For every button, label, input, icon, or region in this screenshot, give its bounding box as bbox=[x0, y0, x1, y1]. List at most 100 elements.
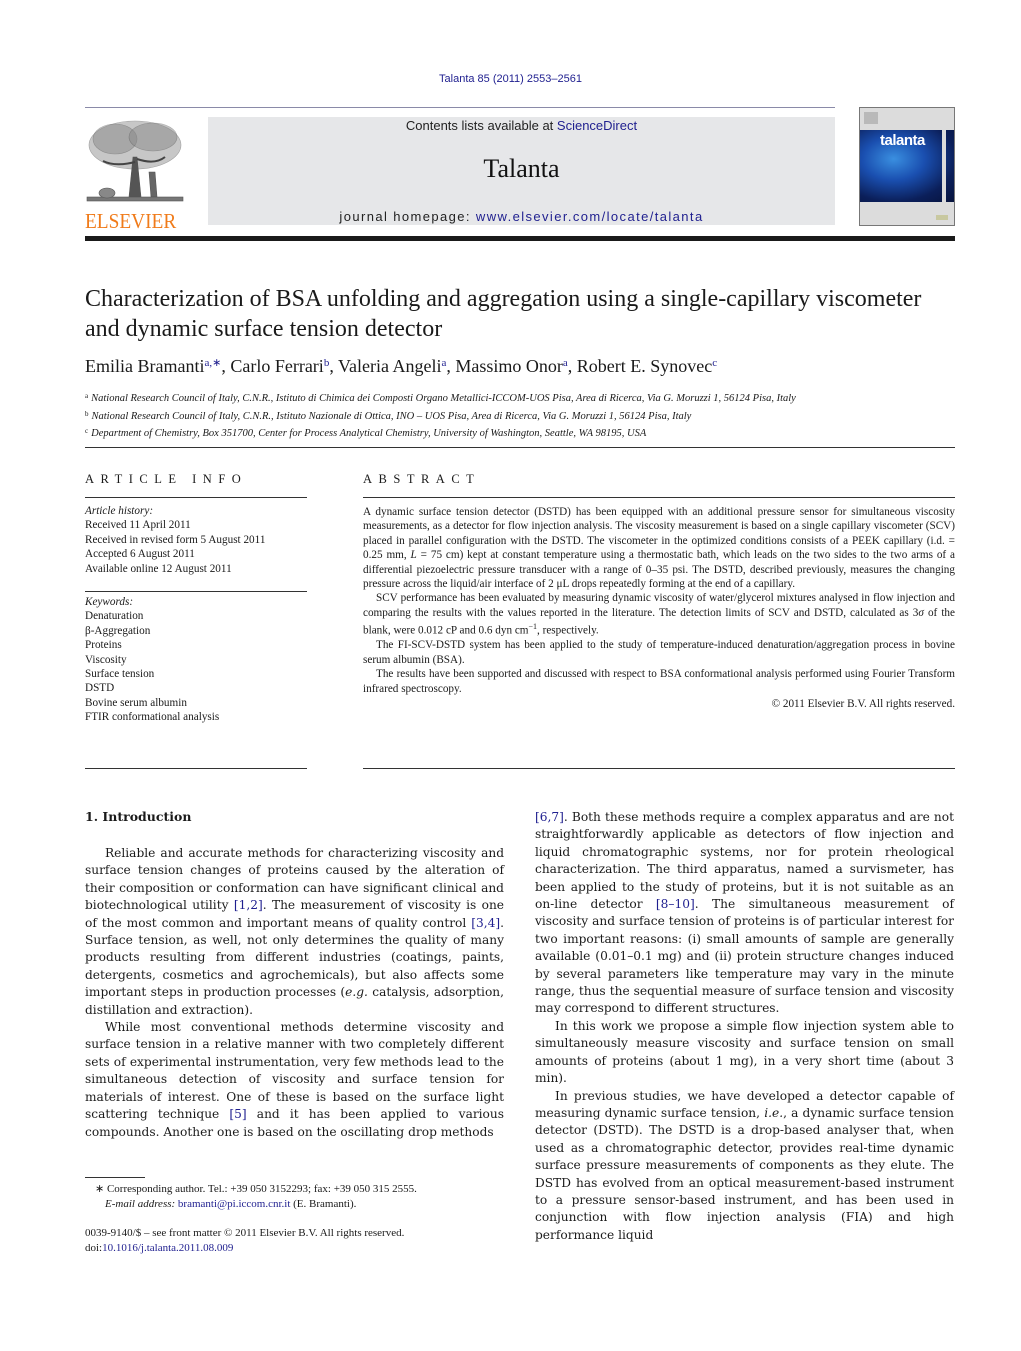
reference-link[interactable]: [1,2] bbox=[234, 898, 263, 912]
body-paragraph: Reliable and accurate methods for charac… bbox=[85, 845, 504, 1019]
keyword: Surface tension bbox=[85, 668, 155, 681]
affiliation-list: a National Research Council of Italy, C.N… bbox=[85, 389, 955, 442]
email-label: E-mail address: bbox=[105, 1198, 176, 1210]
sciencedirect-link[interactable]: ScienceDirect bbox=[557, 118, 637, 133]
history-item: Received 11 April 2011 bbox=[85, 519, 191, 532]
author[interactable]: Carlo Ferrarib, bbox=[230, 356, 338, 376]
homepage-prefix: journal homepage: bbox=[339, 209, 476, 224]
author-affiliation-marker[interactable]: c bbox=[712, 357, 717, 369]
affiliation-text: National Research Council of Italy, C.N.… bbox=[91, 410, 692, 422]
body-paragraph: [6,7]. Both these methods require a comp… bbox=[535, 809, 954, 1018]
cover-title: talanta bbox=[880, 132, 925, 149]
abstract-paragraph: The results have been supported and disc… bbox=[363, 668, 955, 695]
body-column-left: Reliable and accurate methods for charac… bbox=[85, 845, 504, 1141]
keyword: Proteins bbox=[85, 639, 122, 652]
cover-publisher-badge bbox=[864, 112, 878, 124]
journal-cover-image[interactable]: talanta bbox=[859, 107, 955, 226]
keyword: Denaturation bbox=[85, 610, 144, 623]
author-separator: , bbox=[329, 356, 338, 376]
author-affiliation-marker[interactable]: a,∗ bbox=[204, 357, 221, 369]
history-item: Accepted 6 August 2011 bbox=[85, 548, 195, 561]
affiliation: b National Research Council of Italy, C.N… bbox=[85, 407, 955, 425]
affiliation-key: b bbox=[85, 409, 89, 418]
author-name: Emilia Bramanti bbox=[85, 356, 205, 376]
text-run: , a dynamic surface tension detector (DS… bbox=[535, 1105, 955, 1242]
history-label: Article history: bbox=[85, 505, 154, 517]
author-list: Emilia Bramantia,∗, Carlo Ferrarib, Vale… bbox=[85, 356, 955, 377]
affiliation-text: Department of Chemistry, Box 351700, Cen… bbox=[91, 428, 647, 439]
section-heading-introduction: 1. Introduction bbox=[85, 809, 192, 824]
keyword: DSTD bbox=[85, 682, 115, 695]
author-separator: , bbox=[221, 356, 231, 376]
article-info-heading: ARTICLE INFO bbox=[85, 472, 248, 486]
keyword: β-Aggregation bbox=[85, 624, 151, 637]
affiliation-key: c bbox=[85, 427, 89, 435]
abstract-paragraph: A dynamic surface tension detector (DSTD… bbox=[363, 505, 955, 591]
body-paragraph: While most conventional methods determin… bbox=[85, 1019, 504, 1141]
body-paragraph: In previous studies, we have developed a… bbox=[535, 1088, 954, 1245]
text-run: SCV performance has been evaluated by me… bbox=[363, 592, 955, 619]
front-matter-notice: 0039-9140/$ – see front matter © 2011 El… bbox=[85, 1226, 515, 1256]
body-paragraph: In this work we propose a simple flow in… bbox=[535, 1018, 954, 1086]
text-run: = 75 cm) kept at constant temperature us… bbox=[363, 549, 956, 591]
text-run: . Both these methods require a complex a… bbox=[535, 810, 954, 912]
author[interactable]: Emilia Bramantia,∗, bbox=[85, 356, 230, 376]
email-suffix: (E. Bramanti). bbox=[290, 1198, 357, 1210]
article-history: Article history: Received 11 April 2011 … bbox=[85, 504, 307, 576]
reference-link[interactable]: [8–10] bbox=[656, 897, 695, 911]
keyword: Bovine serum albumin bbox=[85, 696, 187, 709]
history-item: Available online 12 August 2011 bbox=[85, 562, 232, 575]
abstract-end-divider bbox=[363, 768, 955, 769]
body-column-right: [6,7]. Both these methods require a comp… bbox=[535, 809, 954, 1244]
author-name: Carlo Ferrari bbox=[230, 356, 324, 376]
article-info-end-divider bbox=[85, 768, 307, 769]
abstract-heading: ABSTRACT bbox=[363, 472, 481, 486]
text-run: . The simultaneous measurement of viscos… bbox=[535, 897, 955, 1016]
article-info-divider bbox=[85, 497, 307, 498]
author-name: Massimo Onor bbox=[455, 356, 563, 376]
abstract-paragraph: The FI-SCV-DSTD system has been applied … bbox=[363, 639, 955, 666]
keyword: Viscosity bbox=[85, 653, 127, 666]
journal-name: Talanta bbox=[483, 154, 560, 183]
reference-link[interactable]: [6,7] bbox=[535, 810, 564, 824]
article-title: Characterization of BSA unfolding and ag… bbox=[85, 286, 922, 342]
abstract-paragraph: SCV performance has been evaluated by me… bbox=[363, 591, 955, 638]
journal-citation-link[interactable]: Talanta 85 (2011) 2553–2561 bbox=[0, 73, 1021, 85]
history-item: Received in revised form 5 August 2011 bbox=[85, 533, 266, 546]
email-link[interactable]: bramanti@pi.iccom.cnr.it bbox=[178, 1198, 290, 1210]
author[interactable]: Massimo Onora, bbox=[455, 356, 576, 376]
affiliation-key: a bbox=[85, 392, 89, 400]
elsevier-logo[interactable]: ELSEVIER bbox=[85, 117, 190, 232]
abstract-body: A dynamic surface tension detector (DSTD… bbox=[363, 505, 955, 711]
doi-link[interactable]: 10.1016/j.talanta.2011.08.009 bbox=[102, 1242, 233, 1254]
affiliation-text: National Research Council of Italy, C.N.… bbox=[91, 393, 796, 404]
affiliation: c Department of Chemistry, Box 351700, Ce… bbox=[85, 424, 955, 442]
issn-line: 0039-9140/$ – see front matter © 2011 El… bbox=[85, 1227, 405, 1239]
header-thick-divider bbox=[85, 236, 955, 241]
text-run: −1 bbox=[528, 622, 538, 632]
front-matter-divider bbox=[85, 447, 955, 448]
keywords-label: Keywords: bbox=[85, 596, 134, 608]
copyright-notice: © 2011 Elsevier B.V. All rights reserved… bbox=[771, 698, 955, 711]
text-run: , respectively. bbox=[537, 624, 599, 637]
header-divider bbox=[85, 107, 835, 108]
reference-link[interactable]: [3,4] bbox=[471, 916, 500, 930]
reference-link[interactable]: [5] bbox=[229, 1107, 246, 1121]
corresponding-author-text: Corresponding author. Tel.: +39 050 3152… bbox=[104, 1183, 417, 1195]
footnote-divider bbox=[85, 1177, 145, 1178]
doi-prefix: doi: bbox=[85, 1242, 103, 1254]
author-name: Valeria Angeli bbox=[338, 356, 442, 376]
author[interactable]: Robert E. Synovecc bbox=[577, 356, 717, 376]
contents-available-line: Contents lists available at ScienceDirec… bbox=[208, 118, 835, 133]
contents-prefix: Contents lists available at bbox=[405, 118, 557, 133]
author[interactable]: Valeria Angelia, bbox=[338, 356, 455, 376]
journal-homepage-line: journal homepage: www.elsevier.com/locat… bbox=[208, 209, 835, 224]
footnote-marker: ∗ bbox=[95, 1183, 105, 1195]
author-separator: , bbox=[567, 356, 577, 376]
cover-publisher-mark bbox=[936, 215, 948, 220]
journal-homepage-link[interactable]: www.elsevier.com/locate/talanta bbox=[476, 209, 704, 224]
abstract-divider bbox=[363, 497, 955, 498]
affiliation: a National Research Council of Italy, C.N… bbox=[85, 389, 955, 407]
elsevier-tree-icon bbox=[86, 120, 184, 202]
keywords-list: Keywords: Denaturation β-Aggregation Pro… bbox=[85, 595, 307, 725]
